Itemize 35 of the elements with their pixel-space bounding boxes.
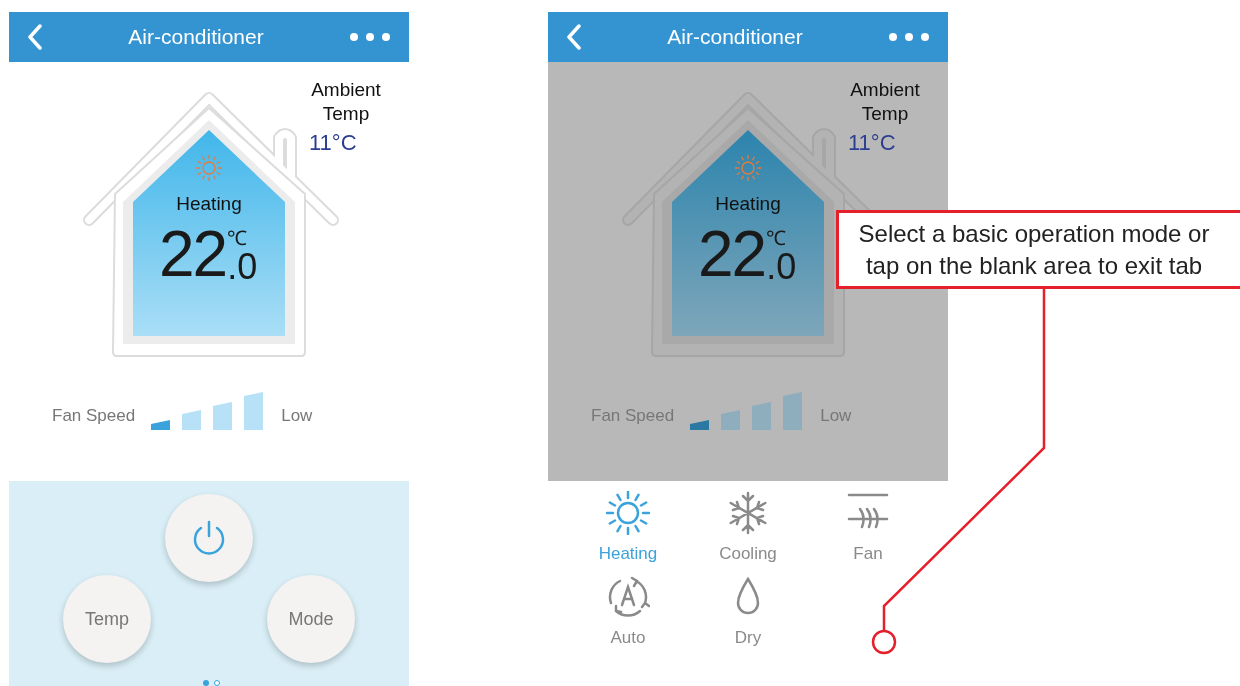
ambient-temp-label: Ambient Temp (310, 78, 382, 126)
fan-speed-label: Fan Speed (52, 404, 136, 427)
mode-label: Heating (175, 192, 243, 216)
round-button[interactable]: Temp (63, 575, 151, 663)
temperature-unit: ℃ (227, 228, 248, 248)
mode-label: Heating (714, 192, 782, 216)
auto-cycle-icon (606, 574, 650, 619)
round-button[interactable]: Mode (267, 575, 355, 663)
callout-text: Select a basic operation mode or tap on the blank area to exit tab (836, 210, 1240, 289)
ambient-temp-value: 11°C (309, 129, 357, 157)
sun-icon (195, 154, 223, 182)
mode-option[interactable]: Cooling (688, 489, 808, 569)
back-icon[interactable] (566, 24, 582, 50)
temperature-decimal: .0 (227, 248, 258, 286)
ambient-temp-label: Ambient Temp (849, 78, 921, 126)
mode-option[interactable]: Heating (568, 489, 688, 569)
back-icon[interactable] (27, 24, 43, 50)
more-icon[interactable] (888, 32, 930, 42)
fan-speed-value: Low (820, 404, 852, 427)
temperature-decimal: .0 (766, 248, 797, 286)
power-button[interactable] (165, 494, 253, 582)
temperature-value: 22 (698, 222, 766, 286)
more-icon[interactable] (349, 32, 391, 42)
fan-speed-label: Fan Speed (591, 404, 675, 427)
sun-icon (734, 154, 762, 182)
temperature-value: 22 (159, 222, 227, 286)
ambient-temp-value: 11°C (848, 129, 896, 157)
mode-option[interactable]: Dry (688, 572, 808, 652)
mode-option[interactable]: Auto (568, 572, 688, 652)
sun-icon (606, 491, 650, 535)
screen-title: Air-conditioner (128, 24, 264, 51)
screen-title: Air-conditioner (667, 24, 803, 51)
fan-speed-value: Low (281, 404, 313, 427)
mode-option[interactable]: Fan (808, 489, 928, 569)
temperature-unit: ℃ (766, 228, 787, 248)
